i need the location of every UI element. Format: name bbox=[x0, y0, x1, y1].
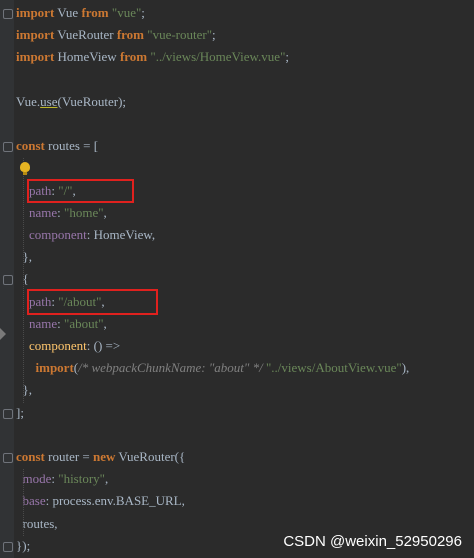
indent-guide bbox=[23, 158, 24, 403]
code-token: import bbox=[16, 49, 55, 65]
fold-marker-icon[interactable] bbox=[3, 275, 13, 286]
code-token: "vue" bbox=[111, 5, 142, 20]
code-line: }, bbox=[16, 247, 33, 267]
code-token: : bbox=[57, 204, 65, 220]
code-token: use bbox=[40, 93, 58, 109]
fold-marker-icon[interactable] bbox=[3, 453, 13, 463]
code-token: /* webpackChunkName: "about" */ bbox=[78, 360, 266, 376]
code-token: VueRouter bbox=[54, 27, 117, 43]
code-line: }, bbox=[16, 380, 33, 400]
code-token: }, bbox=[16, 249, 33, 265]
code-token: HomeView bbox=[54, 49, 120, 65]
code-token: : process.env.BASE_URL, bbox=[45, 493, 185, 509]
code-token: : () => bbox=[86, 338, 121, 353]
code-token: "../views/HomeView.vue" bbox=[150, 49, 286, 65]
code-token: router = bbox=[44, 449, 94, 464]
code-token: ), bbox=[401, 360, 410, 376]
code-token: }); bbox=[16, 537, 31, 553]
code-token: name bbox=[29, 204, 58, 220]
fold-marker-icon[interactable] bbox=[3, 408, 13, 419]
code-token: , bbox=[105, 471, 109, 487]
code-token: (VueRouter); bbox=[57, 93, 127, 109]
code-token: new bbox=[93, 449, 116, 464]
code-line: Vue.use(VueRouter); bbox=[16, 92, 126, 112]
code-token: component bbox=[29, 338, 87, 353]
code-token: Vue bbox=[54, 5, 82, 20]
code-token: ; bbox=[141, 5, 145, 20]
lightbulb-icon[interactable] bbox=[20, 162, 30, 175]
code-line: import Vue from "vue"; bbox=[16, 3, 145, 23]
highlight-path-root bbox=[27, 179, 134, 203]
code-token: from bbox=[119, 49, 148, 65]
code-token: import bbox=[16, 5, 55, 20]
code-token: "about" bbox=[64, 315, 104, 331]
code-token: "history" bbox=[58, 471, 105, 487]
code-line: name: "about", bbox=[16, 314, 107, 334]
code-line: import(/* webpackChunkName: "about" */ "… bbox=[16, 358, 410, 378]
highlight-path-about bbox=[27, 289, 158, 315]
code-token: const bbox=[16, 449, 45, 464]
code-line: name: "home", bbox=[16, 203, 107, 223]
code-token: routes = [ bbox=[44, 138, 99, 154]
fold-marker-icon[interactable] bbox=[3, 9, 13, 19]
code-line: import VueRouter from "vue-router"; bbox=[16, 25, 216, 45]
code-token: ]; bbox=[16, 404, 24, 420]
code-editor[interactable]: import Vue from "vue"; import VueRouter f… bbox=[0, 0, 474, 558]
code-token: "home" bbox=[64, 204, 104, 220]
code-token: ; bbox=[285, 49, 290, 65]
code-line: const router = new VueRouter({ bbox=[16, 447, 185, 467]
code-token: component bbox=[29, 227, 87, 242]
code-token: "vue-router" bbox=[147, 27, 213, 43]
fold-marker-icon[interactable] bbox=[3, 142, 13, 153]
code-line: component: HomeView, bbox=[16, 225, 155, 245]
code-line: component: () => bbox=[16, 336, 120, 356]
code-token: const bbox=[16, 138, 45, 154]
code-token: }, bbox=[16, 382, 33, 398]
code-line: mode: "history", bbox=[16, 469, 109, 489]
code-token: "../views/AboutView.vue" bbox=[265, 360, 402, 376]
code-token: name bbox=[29, 315, 58, 331]
fold-marker-icon[interactable] bbox=[3, 541, 13, 552]
code-token: mode bbox=[22, 471, 52, 487]
code-token: , bbox=[103, 204, 107, 220]
code-line: base: process.env.BASE_URL, bbox=[16, 491, 185, 511]
code-token: : bbox=[57, 315, 65, 331]
code-token: from bbox=[116, 27, 145, 43]
code-line: import HomeView from "../views/HomeView.… bbox=[16, 47, 289, 67]
code-token: , bbox=[103, 315, 107, 331]
code-token: from bbox=[81, 5, 109, 20]
indent-guide bbox=[23, 469, 24, 536]
code-line: }); bbox=[16, 536, 30, 556]
code-token: : HomeView, bbox=[86, 227, 156, 242]
code-line: const routes = [ bbox=[16, 136, 98, 156]
code-line: ]; bbox=[16, 403, 24, 423]
code-token: ; bbox=[212, 27, 216, 43]
breakpoint-arrow-icon bbox=[0, 328, 6, 340]
watermark: CSDN @weixin_52950296 bbox=[283, 533, 462, 550]
code-token: import bbox=[35, 360, 74, 376]
code-token: VueRouter({ bbox=[115, 449, 186, 464]
code-token: base bbox=[22, 493, 46, 509]
code-token: import bbox=[16, 27, 55, 43]
code-token: Vue. bbox=[16, 93, 41, 109]
